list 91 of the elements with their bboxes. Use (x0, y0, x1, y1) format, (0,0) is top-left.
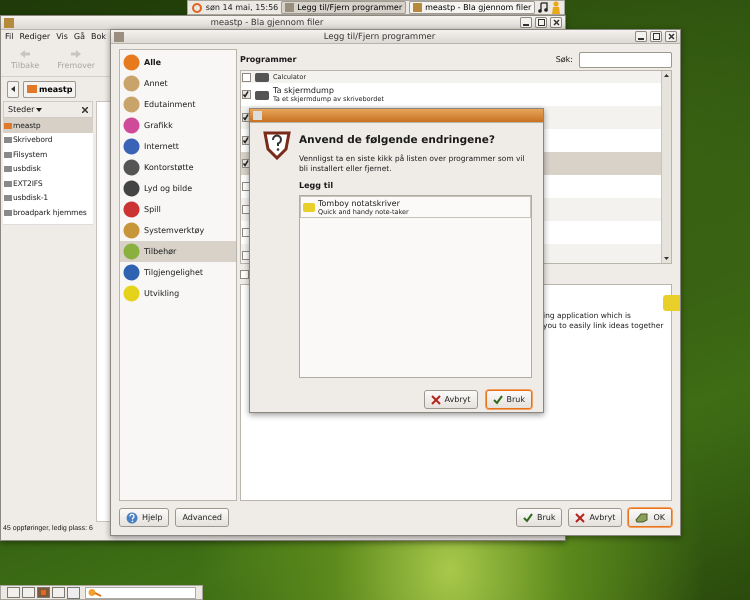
category-icon (123, 285, 140, 302)
menu-item[interactable]: Vis (56, 32, 68, 43)
app-icon (255, 90, 269, 100)
question-icon (263, 130, 291, 160)
minimize-button[interactable] (520, 17, 532, 28)
checkmark-icon (522, 512, 533, 522)
category-icon (123, 201, 140, 218)
app-icon (255, 72, 269, 82)
category-icon (123, 180, 140, 197)
category-icon (123, 222, 140, 239)
right-arrow-icon (70, 49, 82, 59)
checkbox[interactable] (242, 90, 251, 99)
search-field[interactable] (579, 52, 672, 68)
logo-icon[interactable] (191, 2, 203, 14)
category-icon (123, 117, 140, 134)
maximize-icon (538, 19, 544, 26)
category-item[interactable]: Grafikk (120, 115, 236, 136)
category-icon (123, 243, 140, 260)
program-name: Tomboy notatskriver (318, 198, 401, 208)
search-icon (88, 588, 102, 597)
window-icon (41, 590, 46, 595)
close-icon[interactable] (82, 106, 88, 112)
maximize-button[interactable] (650, 31, 662, 42)
back-button[interactable] (7, 80, 19, 98)
section-title: Programmer (240, 55, 298, 64)
workspace-button[interactable] (7, 587, 20, 598)
apply-button[interactable]: Bruk (486, 390, 532, 409)
left-arrow-icon (19, 49, 32, 59)
checkmark-icon (492, 394, 503, 404)
category-item[interactable]: Kontorstøtte (120, 157, 236, 178)
category-item[interactable]: Tilbehør (120, 241, 236, 262)
close-icon (552, 19, 560, 26)
category-icon (123, 54, 140, 71)
close-icon (668, 33, 674, 40)
close-button[interactable] (550, 17, 562, 28)
cross-icon (575, 512, 586, 522)
clock[interactable]: søn 14 mai, 15:56 (206, 3, 278, 12)
note-icon (303, 202, 315, 212)
help-icon (126, 512, 138, 524)
program-name: Ta skjermdump (273, 86, 335, 95)
cross-icon (430, 394, 441, 404)
scrollbar[interactable] (661, 71, 671, 263)
taskbar-button[interactable]: meastp - Bla gjennom filer (409, 1, 536, 14)
note-icon (663, 293, 680, 311)
window-icon (285, 3, 294, 12)
desktop-icon[interactable] (67, 586, 80, 598)
location-button[interactable]: meastp (23, 80, 76, 98)
cancel-button[interactable]: Avbryt (568, 508, 622, 527)
menu-item[interactable]: Rediger (19, 32, 50, 43)
checkbox[interactable] (240, 270, 249, 278)
sidebar-header[interactable]: Steder (8, 105, 34, 114)
menu-item[interactable]: Bok (90, 32, 106, 43)
search-label: Søk: (556, 55, 573, 64)
category-icon (123, 159, 140, 176)
category-icon (123, 96, 140, 113)
menu-item[interactable]: Fil (5, 32, 14, 43)
search-field[interactable] (85, 586, 196, 598)
category-icon (123, 138, 140, 155)
category-item[interactable]: Tilgjengelighet (120, 262, 236, 283)
menu-item[interactable]: Gå (74, 32, 85, 43)
cancel-button[interactable]: Avbryt (424, 390, 478, 409)
music-note-icon[interactable] (538, 2, 548, 13)
apply-button[interactable]: Bruk (516, 508, 562, 527)
category-item[interactable]: Utvikling (120, 283, 236, 304)
category-item[interactable]: Lyd og bilde (120, 178, 236, 199)
category-icon (123, 264, 140, 281)
category-item[interactable]: Edutainment (120, 94, 236, 115)
workspace-button[interactable] (22, 587, 35, 598)
left-triangle-icon (11, 86, 15, 92)
taskbar-button[interactable]: Legg til/Fjern programmer (281, 1, 406, 14)
category-item[interactable]: Alle (120, 52, 236, 73)
maximize-button[interactable] (535, 17, 547, 28)
close-button[interactable] (665, 31, 677, 42)
category-item[interactable]: Internett (120, 136, 236, 157)
ok-button[interactable]: OK (628, 508, 672, 527)
minimize-button[interactable] (635, 31, 647, 42)
window-icon (413, 3, 422, 12)
section-title: Legg til (299, 181, 334, 190)
category-item[interactable]: Spill (120, 199, 236, 220)
dialog-heading: Anvend de følgende endringene? (299, 134, 496, 146)
maximize-icon (652, 33, 660, 40)
category-item[interactable]: Annet (120, 73, 236, 94)
checkbox[interactable] (242, 72, 251, 82)
advanced-button[interactable]: Advanced (175, 508, 229, 527)
category-icon (123, 75, 140, 92)
category-item[interactable]: Systemverktøy (120, 220, 236, 241)
help-button[interactable]: Hjelp (119, 508, 170, 527)
window-title: Legg til/Fjern programmer (322, 32, 436, 42)
caret-icon[interactable] (36, 108, 42, 112)
workspace-button[interactable] (52, 587, 65, 598)
window-title: meastp - Bla gjennom filer (210, 18, 324, 28)
